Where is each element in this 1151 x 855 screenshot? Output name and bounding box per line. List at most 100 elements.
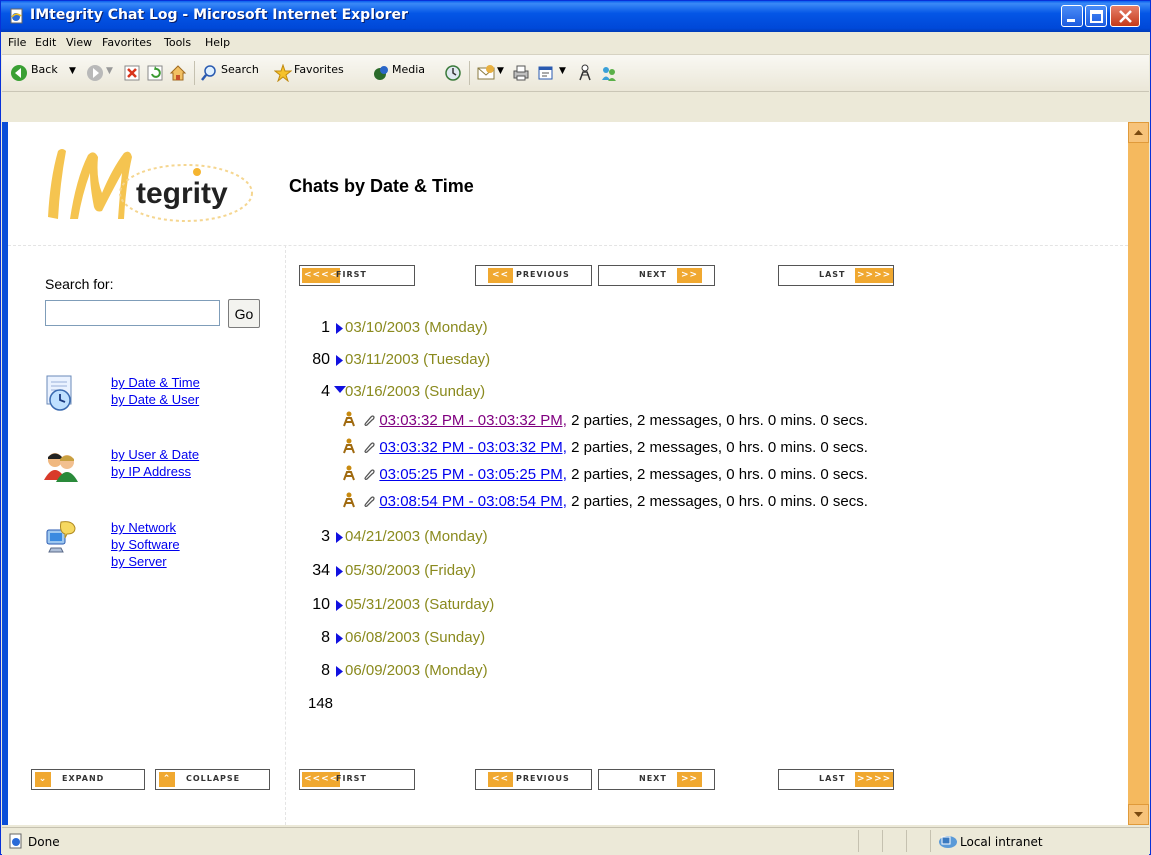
first-button-top[interactable]: <<<< FIRST (299, 265, 415, 286)
date-link[interactable]: 05/31/2003 (Saturday) (345, 596, 494, 613)
toolbar: Back ▼ ▼ Search Favorites Media ▼ ▼ (2, 55, 1149, 92)
imtegrity-logo: tegrity (48, 149, 253, 222)
refresh-icon[interactable] (146, 64, 164, 82)
date-count: 10 (312, 596, 330, 613)
expand-arrow-icon[interactable] (335, 665, 344, 678)
last-arrows-icon: >>>> (855, 772, 894, 787)
person-icon (343, 492, 355, 508)
chat-row: 03:05:25 PM - 03:05:25 PM, 2 parties, 2 … (341, 465, 868, 483)
window-title: IMtegrity Chat Log - Microsoft Internet … (30, 7, 408, 23)
media-icon[interactable] (372, 64, 390, 82)
menu-help[interactable]: Help (205, 36, 230, 49)
search-label: Search for: (45, 276, 114, 292)
last-button-bottom[interactable]: LAST >>>> (778, 769, 894, 790)
chat-details: 2 parties, 2 messages, 0 hrs. 0 mins. 0 … (571, 439, 868, 456)
date-link[interactable]: 04/21/2003 (Monday) (345, 528, 488, 545)
chat-link[interactable]: 03:05:25 PM - 03:05:25 PM, (379, 466, 567, 483)
nav-by-date-time[interactable]: by Date & Time (111, 375, 200, 390)
edit-icon[interactable] (537, 64, 555, 82)
previous-button-top[interactable]: << PREVIOUS (475, 265, 592, 286)
person-icon (343, 438, 355, 454)
history-icon[interactable] (444, 64, 462, 82)
discuss-icon[interactable] (600, 64, 618, 82)
expand-arrow-icon[interactable] (335, 354, 344, 367)
ie-page-icon (10, 8, 23, 24)
search-icon[interactable] (200, 64, 218, 82)
nav-by-ip-address[interactable]: by IP Address (111, 464, 191, 479)
back-icon[interactable] (10, 64, 28, 82)
scroll-up-button[interactable] (1128, 122, 1149, 143)
menu-view[interactable]: View (66, 36, 92, 49)
status-bar: Done Local intranet (2, 827, 1149, 855)
previous-button-bottom[interactable]: << PREVIOUS (475, 769, 592, 790)
date-count: 8 (321, 662, 330, 679)
minimize-button[interactable] (1061, 5, 1083, 27)
back-button[interactable]: Back (31, 63, 58, 76)
favorites-icon[interactable] (274, 64, 292, 82)
mail-dropdown-icon[interactable]: ▼ (497, 66, 504, 76)
collapse-button[interactable]: ⌃ COLLAPSE (155, 769, 270, 790)
menu-file[interactable]: File (8, 36, 26, 49)
menu-favorites[interactable]: Favorites (102, 36, 152, 49)
first-button-bottom[interactable]: <<<< FIRST (299, 769, 415, 790)
back-dropdown-icon[interactable]: ▼ (69, 66, 76, 76)
stop-icon[interactable] (123, 64, 141, 82)
date-link[interactable]: 03/10/2003 (Monday) (345, 319, 488, 336)
expand-arrow-icon[interactable] (335, 599, 344, 612)
nav-by-date-user[interactable]: by Date & User (111, 392, 199, 407)
expand-arrow-icon[interactable] (335, 531, 344, 544)
forward-dropdown-icon[interactable]: ▼ (106, 66, 113, 76)
date-link[interactable]: 06/08/2003 (Sunday) (345, 629, 485, 646)
date-link[interactable]: 03/16/2003 (Sunday) (345, 383, 485, 400)
nav-by-network[interactable]: by Network (111, 520, 176, 535)
person-icon (343, 411, 355, 427)
chat-link[interactable]: 03:03:32 PM - 03:03:32 PM, (379, 412, 567, 429)
page-title: Chats by Date & Time (289, 176, 474, 196)
media-button[interactable]: Media (392, 63, 425, 76)
next-arrows-icon: >> (677, 268, 703, 283)
date-count: 34 (312, 562, 330, 579)
date-link[interactable]: 03/11/2003 (Tuesday) (345, 351, 490, 368)
expand-arrow-icon[interactable] (335, 322, 344, 335)
page-done-icon (9, 833, 22, 849)
chat-row: 03:03:32 PM - 03:03:32 PM, 2 parties, 2 … (341, 438, 868, 456)
vertical-scrollbar[interactable] (1128, 122, 1149, 825)
messenger-icon[interactable] (576, 64, 594, 82)
nav-by-user-date[interactable]: by User & Date (111, 447, 199, 462)
menu-bar: File Edit View Favorites Tools Help (2, 32, 1149, 81)
search-button[interactable]: Search (221, 63, 259, 76)
expand-arrow-icon[interactable] (335, 632, 344, 645)
nav-by-server[interactable]: by Server (111, 554, 167, 569)
next-button-top[interactable]: NEXT >> (598, 265, 715, 286)
go-button[interactable]: Go (228, 299, 260, 328)
first-arrows-icon: <<<< (302, 268, 341, 283)
mail-icon[interactable] (477, 64, 495, 82)
date-link[interactable]: 06/09/2003 (Monday) (345, 662, 488, 679)
first-arrows-icon: <<<< (302, 772, 341, 787)
date-link[interactable]: 05/30/2003 (Friday) (345, 562, 476, 579)
calendar-clock-icon (46, 375, 72, 411)
chat-link[interactable]: 03:03:32 PM - 03:03:32 PM, (379, 439, 567, 456)
expand-button[interactable]: ⌄ EXPAND (31, 769, 145, 790)
home-icon[interactable] (169, 64, 187, 82)
chat-row: 03:03:32 PM - 03:03:32 PM, 2 parties, 2 … (341, 411, 868, 429)
chat-details: 2 parties, 2 messages, 0 hrs. 0 mins. 0 … (571, 412, 868, 429)
close-button[interactable] (1110, 5, 1140, 27)
edit-dropdown-icon[interactable]: ▼ (559, 66, 566, 76)
header-divider (8, 245, 1128, 246)
print-icon[interactable] (512, 64, 530, 82)
scroll-down-button[interactable] (1128, 804, 1149, 825)
menu-edit[interactable]: Edit (35, 36, 56, 49)
last-button-top[interactable]: LAST >>>> (778, 265, 894, 286)
forward-icon[interactable] (86, 64, 104, 82)
favorites-button[interactable]: Favorites (294, 63, 344, 76)
expand-arrow-icon[interactable] (335, 565, 344, 578)
next-arrows-icon: >> (677, 772, 703, 787)
chat-link[interactable]: 03:08:54 PM - 03:08:54 PM, (379, 493, 567, 510)
next-button-bottom[interactable]: NEXT >> (598, 769, 715, 790)
maximize-button[interactable] (1085, 5, 1107, 27)
nav-by-software[interactable]: by Software (111, 537, 180, 552)
menu-tools[interactable]: Tools (164, 36, 191, 49)
search-input[interactable] (45, 300, 220, 326)
last-arrows-icon: >>>> (855, 268, 894, 283)
